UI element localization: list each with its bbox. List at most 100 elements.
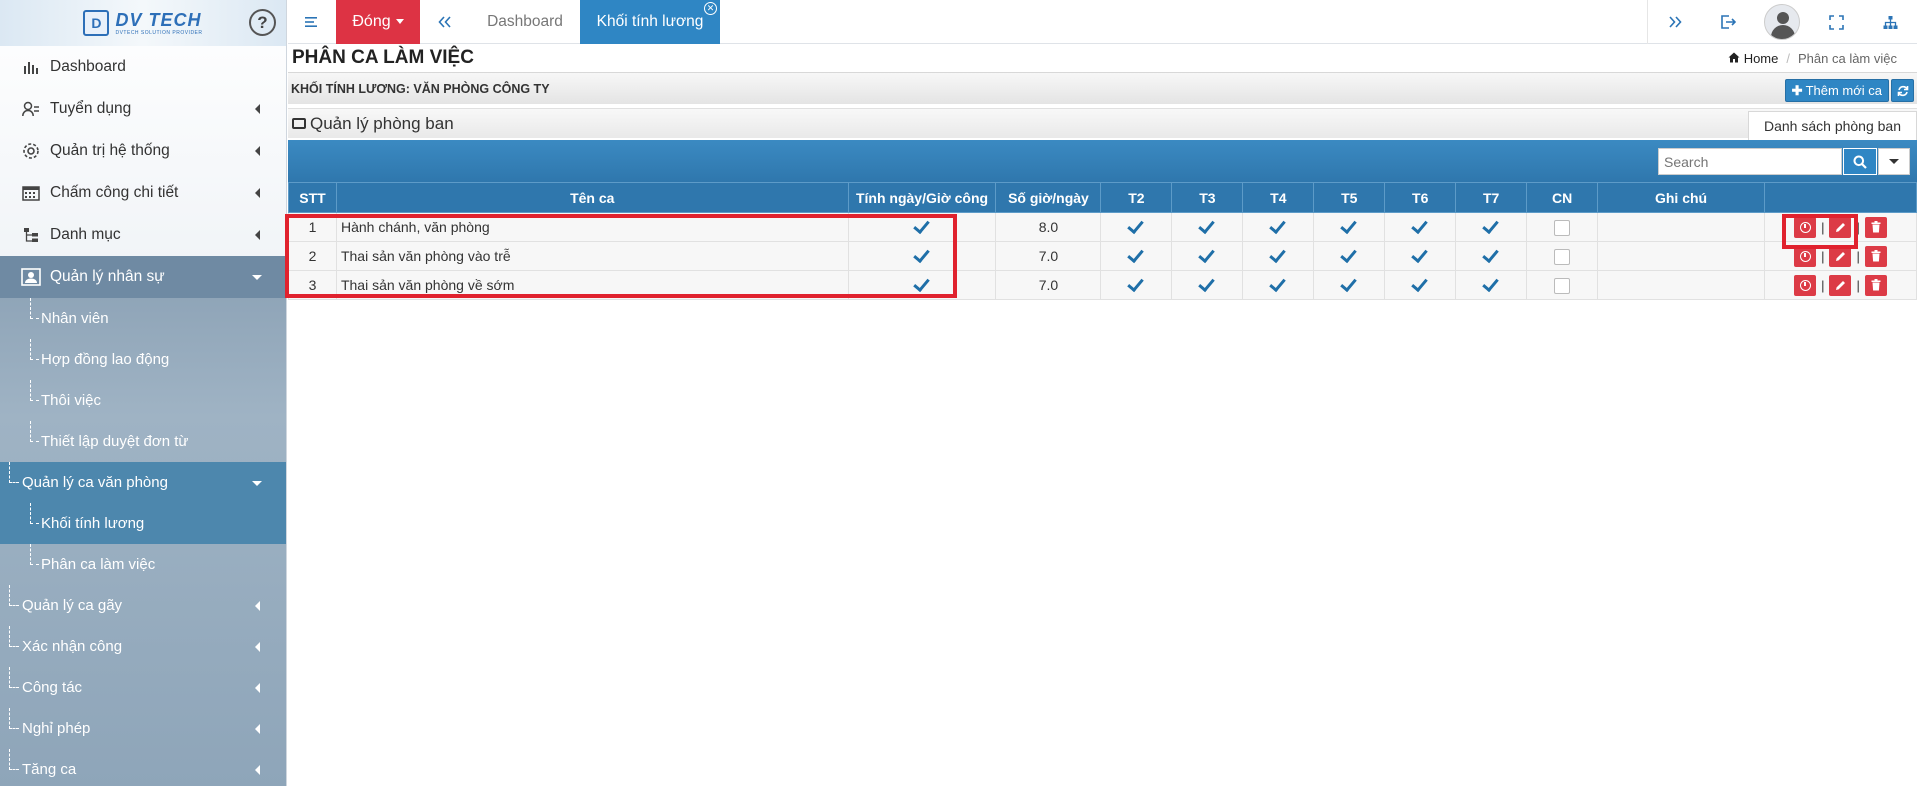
table-row[interactable]: 2 Thai sản văn phòng vào trễ 7.0 | |: [288, 241, 1917, 271]
breadcrumb-home-link[interactable]: Home: [1744, 51, 1779, 66]
edit-button[interactable]: [1829, 274, 1852, 296]
sidebar-subitem-thiet-lap-duyet[interactable]: Thiết lập duyệt đơn từ: [0, 421, 286, 462]
sidebar-item-xac-nhan-cong[interactable]: Xác nhận công: [0, 626, 286, 667]
sidebar-subitem-nhan-vien[interactable]: Nhân viên: [0, 298, 286, 339]
sidebar-item-quan-ly-ca-van-phong[interactable]: Quản lý ca văn phòng: [0, 462, 286, 503]
search-options-dropdown[interactable]: [1878, 148, 1910, 175]
delete-button[interactable]: [1864, 245, 1887, 267]
sidebar-item-dashboard[interactable]: Dashboard: [0, 46, 286, 88]
checkbox-checked[interactable]: [1482, 247, 1500, 265]
tab-dashboard[interactable]: Dashboard: [470, 0, 580, 44]
checkbox-checked[interactable]: [1127, 218, 1145, 236]
checkbox-checked[interactable]: [1411, 247, 1429, 265]
checkbox-checked[interactable]: [913, 276, 931, 294]
checkbox-checked[interactable]: [1411, 276, 1429, 294]
checkbox-checked[interactable]: [1198, 247, 1216, 265]
edit-button[interactable]: [1829, 245, 1852, 267]
cell-actions: | |: [1763, 270, 1917, 300]
column-header[interactable]: T5: [1313, 182, 1386, 213]
table-row[interactable]: 1 Hành chánh, văn phòng 8.0 | |: [288, 212, 1917, 242]
sidebar-item-cong-tac[interactable]: Công tác: [0, 667, 286, 708]
checkbox-checked[interactable]: [1198, 276, 1216, 294]
column-header[interactable]: T3: [1171, 182, 1244, 213]
checkbox-checked[interactable]: [1269, 218, 1287, 236]
sidebar-subitem-hop-dong[interactable]: Hợp đồng lao động: [0, 339, 286, 380]
checkbox-checked[interactable]: [1482, 218, 1500, 236]
bar-chart-icon: [20, 60, 42, 74]
column-header[interactable]: T6: [1384, 182, 1457, 213]
schedule-button[interactable]: [1794, 216, 1817, 238]
delete-button[interactable]: [1864, 216, 1887, 238]
checkbox-checked[interactable]: [1482, 276, 1500, 294]
schedule-button[interactable]: [1794, 245, 1817, 267]
checkbox-checked[interactable]: [1127, 276, 1145, 294]
scroll-tabs-left-button[interactable]: [420, 0, 470, 44]
close-tab-icon[interactable]: ✕: [704, 1, 717, 15]
checkbox-unchecked[interactable]: [1554, 248, 1571, 265]
column-header[interactable]: CN: [1526, 182, 1599, 213]
sidebar-item-quan-tri[interactable]: Quản trị hệ thống: [0, 130, 286, 172]
menu-toggle-button[interactable]: [288, 0, 336, 44]
checkbox-checked[interactable]: [1340, 247, 1358, 265]
sidebar-subitem-label: Thiết lập duyệt đơn từ: [41, 433, 189, 450]
column-header[interactable]: T7: [1455, 182, 1528, 213]
scroll-tabs-right-button[interactable]: [1647, 0, 1701, 44]
sidebar-item-tang-ca[interactable]: Tăng ca: [0, 749, 286, 786]
checkbox-checked[interactable]: [1269, 247, 1287, 265]
org-chart-button[interactable]: [1863, 0, 1917, 44]
caret-left-icon: [255, 188, 260, 198]
help-icon[interactable]: ?: [249, 9, 276, 36]
checkbox-unchecked[interactable]: [1554, 277, 1571, 294]
column-header[interactable]: Số giờ/ngày: [995, 182, 1102, 213]
column-header[interactable]: T4: [1242, 182, 1315, 213]
sidebar-item-label: Nghỉ phép: [22, 720, 91, 737]
cell-day-0: [1100, 241, 1173, 271]
checkbox-checked[interactable]: [1411, 218, 1429, 236]
add-shift-button[interactable]: ✚ Thêm mới ca: [1784, 79, 1889, 102]
sidebar-item-quan-ly-nhan-su[interactable]: Quản lý nhân sự: [0, 256, 286, 298]
caret-down-icon: [395, 19, 404, 24]
checkbox-unchecked[interactable]: [1554, 219, 1571, 236]
column-header[interactable]: Tên ca: [335, 182, 849, 213]
refresh-button[interactable]: [1891, 79, 1914, 102]
sidebar-item-danh-muc[interactable]: Danh mục: [0, 214, 286, 256]
checkbox-checked[interactable]: [913, 218, 931, 236]
sidebar-subitem-thoi-viec[interactable]: Thôi việc: [0, 380, 286, 421]
checkbox-checked[interactable]: [1198, 218, 1216, 236]
checkbox-checked[interactable]: [913, 247, 931, 265]
column-header[interactable]: Ghi chú: [1597, 182, 1765, 213]
logo[interactable]: D DV TECH DVTECH SOLUTION PROVIDER ?: [0, 0, 286, 46]
caret-left-icon: [255, 765, 260, 775]
sidebar-item-cham-cong[interactable]: Chấm công chi tiết: [0, 172, 286, 214]
search-button[interactable]: [1843, 148, 1877, 175]
shift-table: STT Tên ca Tính ngày/Giờ công Số giờ/ngà…: [288, 182, 1917, 300]
edit-button[interactable]: [1829, 216, 1852, 238]
fullscreen-button[interactable]: [1809, 0, 1863, 44]
schedule-button[interactable]: [1794, 274, 1817, 296]
tab-danh-sach-phong-ban[interactable]: Danh sách phòng ban: [1748, 111, 1917, 140]
checkbox-checked[interactable]: [1340, 218, 1358, 236]
table-row[interactable]: 3 Thai sản văn phòng về sớm 7.0 | |: [288, 270, 1917, 300]
clock-icon: [1799, 279, 1811, 291]
checkbox-checked[interactable]: [1340, 276, 1358, 294]
checkbox-checked[interactable]: [1127, 247, 1145, 265]
checkbox-checked[interactable]: [1269, 276, 1287, 294]
tab-khoi-tinh-luong[interactable]: Khối tính lương ✕: [580, 0, 720, 44]
caret-down-icon: [252, 275, 262, 280]
user-avatar-button[interactable]: [1755, 0, 1809, 44]
column-header[interactable]: T2: [1100, 182, 1173, 213]
column-header[interactable]: STT: [288, 182, 337, 213]
sidebar-subitem-phan-ca[interactable]: Phân ca làm việc: [0, 544, 286, 585]
sidebar-subitem-khoi-tinh-luong[interactable]: Khối tính lương: [0, 503, 286, 544]
search-input[interactable]: [1658, 148, 1842, 175]
cell-day-2: [1242, 270, 1315, 300]
delete-button[interactable]: [1864, 274, 1887, 296]
cell-day-1: [1171, 241, 1244, 271]
logout-button[interactable]: [1701, 0, 1755, 44]
close-tabs-dropdown-button[interactable]: Đóng: [336, 0, 420, 44]
section-header: KHỐI TÍNH LƯƠNG: VĂN PHÒNG CÔNG TY ✚ Thê…: [288, 72, 1917, 104]
sidebar-item-tuyen-dung[interactable]: Tuyển dụng: [0, 88, 286, 130]
sidebar-item-quan-ly-ca-gay[interactable]: Quản lý ca gãy: [0, 585, 286, 626]
column-header[interactable]: Tính ngày/Giờ công: [847, 182, 997, 213]
sidebar-item-nghi-phep[interactable]: Nghỉ phép: [0, 708, 286, 749]
